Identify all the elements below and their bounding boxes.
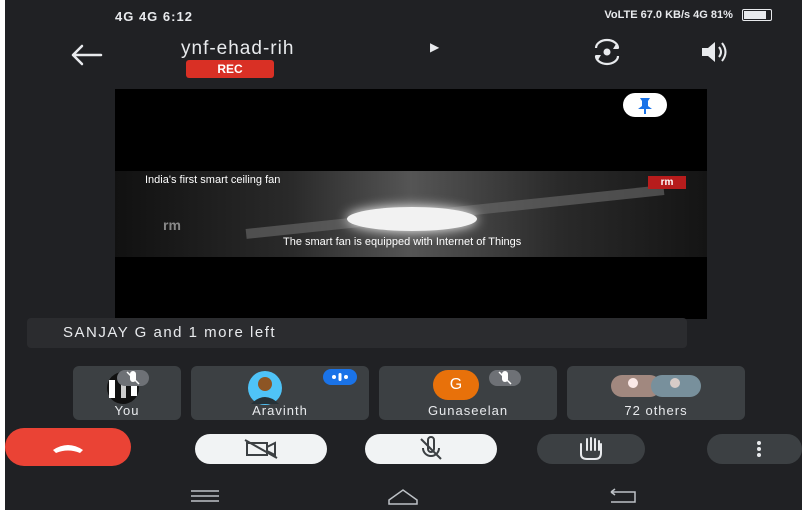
participant-tile-others[interactable]: 72 others bbox=[567, 366, 745, 420]
participant-tile-aravinth[interactable]: Aravinth bbox=[191, 366, 369, 420]
recording-badge: REC bbox=[186, 60, 274, 78]
arrow-left-icon bbox=[71, 44, 103, 66]
status-right-text: VoLTE 67.0 KB/s 4G 81% bbox=[604, 9, 733, 21]
meeting-info-arrow-icon[interactable]: ▶ bbox=[430, 40, 439, 54]
fan-light bbox=[347, 207, 477, 231]
status-left: 4G 4G 6:12 bbox=[115, 9, 193, 24]
speaker-button[interactable] bbox=[697, 38, 731, 66]
meet-screen: 4G 4G 6:12 VoLTE 67.0 KB/s 4G 81% ynf-eh… bbox=[5, 0, 802, 510]
presentation-video[interactable]: India's first smart ceiling fan The smar… bbox=[115, 89, 707, 319]
participant-name: Aravinth bbox=[252, 403, 308, 418]
avatar: G bbox=[433, 370, 479, 400]
home-icon[interactable] bbox=[383, 486, 423, 506]
status-right: VoLTE 67.0 KB/s 4G 81% bbox=[604, 9, 772, 22]
more-vertical-icon bbox=[757, 441, 761, 457]
pin-icon bbox=[638, 98, 652, 114]
switch-camera-button[interactable] bbox=[590, 38, 624, 66]
video-watermark-faint: rm bbox=[163, 217, 181, 233]
camera-off-icon bbox=[244, 439, 278, 459]
raise-hand-button[interactable] bbox=[537, 434, 645, 464]
leave-call-button[interactable] bbox=[5, 428, 131, 466]
system-nav-bar bbox=[5, 480, 802, 510]
more-options-button[interactable] bbox=[707, 434, 802, 464]
participants-left-notice: SANJAY G and 1 more left bbox=[27, 318, 687, 348]
participant-name: Gunaseelan bbox=[427, 403, 509, 418]
back-button[interactable] bbox=[67, 40, 107, 70]
participant-name: You bbox=[114, 403, 140, 418]
switch-camera-icon bbox=[594, 38, 620, 66]
meeting-code[interactable]: ynf-ehad-rih bbox=[181, 38, 294, 60]
mic-off-icon bbox=[420, 436, 442, 460]
back-nav-icon[interactable] bbox=[603, 486, 643, 506]
speaker-icon bbox=[702, 42, 727, 62]
battery-icon bbox=[742, 9, 772, 22]
participant-tile-you[interactable]: You bbox=[73, 366, 181, 420]
mic-off-icon bbox=[117, 370, 149, 386]
group-avatars bbox=[611, 375, 701, 397]
mic-off-icon bbox=[489, 370, 521, 386]
phone-frame: 4G 4G 6:12 VoLTE 67.0 KB/s 4G 81% ynf-eh… bbox=[0, 0, 807, 510]
pin-button[interactable] bbox=[623, 93, 667, 117]
speaking-indicator-icon bbox=[323, 369, 357, 385]
microphone-toggle-button[interactable] bbox=[365, 434, 497, 464]
video-caption-top: India's first smart ceiling fan bbox=[145, 174, 281, 186]
hand-icon bbox=[580, 437, 602, 460]
top-bar: ynf-ehad-rih ▶ REC bbox=[5, 30, 802, 90]
avatar bbox=[248, 371, 282, 405]
participant-tile-gunaseelan[interactable]: G Gunaseelan bbox=[379, 366, 557, 420]
video-watermark: rm bbox=[648, 176, 686, 189]
video-caption-bottom: The smart fan is equipped with Internet … bbox=[283, 236, 522, 248]
participant-strip: You Aravinth G Gunaseelan 72 others bbox=[5, 366, 802, 420]
call-end-icon bbox=[53, 445, 83, 453]
participant-name: 72 others bbox=[624, 403, 688, 418]
menu-icon[interactable] bbox=[185, 486, 225, 506]
camera-toggle-button[interactable] bbox=[195, 434, 327, 464]
status-bar: 4G 4G 6:12 VoLTE 67.0 KB/s 4G 81% bbox=[5, 0, 802, 34]
